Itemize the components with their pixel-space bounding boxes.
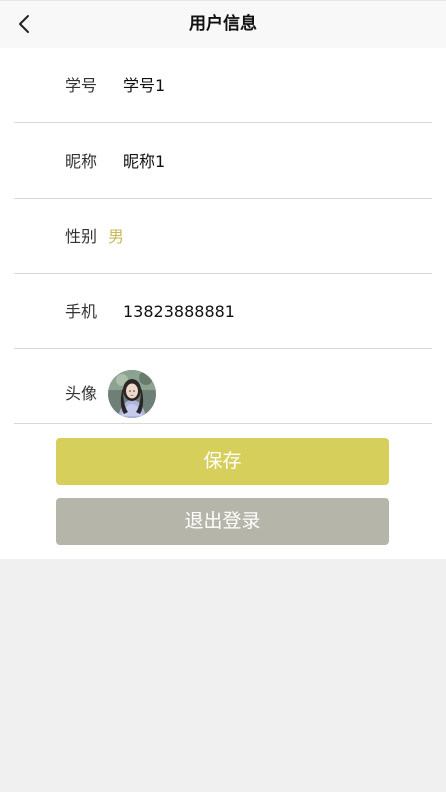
gender-value[interactable]: 男 [108,199,124,274]
avatar-image [108,370,156,418]
phone-label: 手机 [65,302,98,321]
avatar-row[interactable]: 头像 [14,349,432,424]
logout-button[interactable]: 退出登录 [56,498,389,545]
top-bar: 用户信息 [0,0,446,48]
student-id-value: 学号1 [123,76,166,95]
gender-label: 性别 [65,227,98,246]
save-button[interactable]: 保存 [56,438,389,485]
nickname-label: 昵称 [65,152,98,171]
phone-row[interactable]: 手机 13823888881 [14,274,432,349]
phone-value[interactable]: 13823888881 [123,274,235,349]
nickname-row[interactable]: 昵称 昵称1 [14,124,432,199]
avatar-label: 头像 [65,384,98,403]
page-title: 用户信息 [189,14,257,34]
student-id-label: 学号 [65,76,98,95]
nickname-value[interactable]: 昵称1 [123,124,165,199]
avatar[interactable] [108,370,156,418]
gender-row[interactable]: 性别 男 [14,199,432,274]
student-id-row: 学号 学号1 [14,48,432,123]
profile-panel: 学号 学号1 昵称 昵称1 性别 男 手机 13823888881 头像 保存 … [0,48,446,559]
